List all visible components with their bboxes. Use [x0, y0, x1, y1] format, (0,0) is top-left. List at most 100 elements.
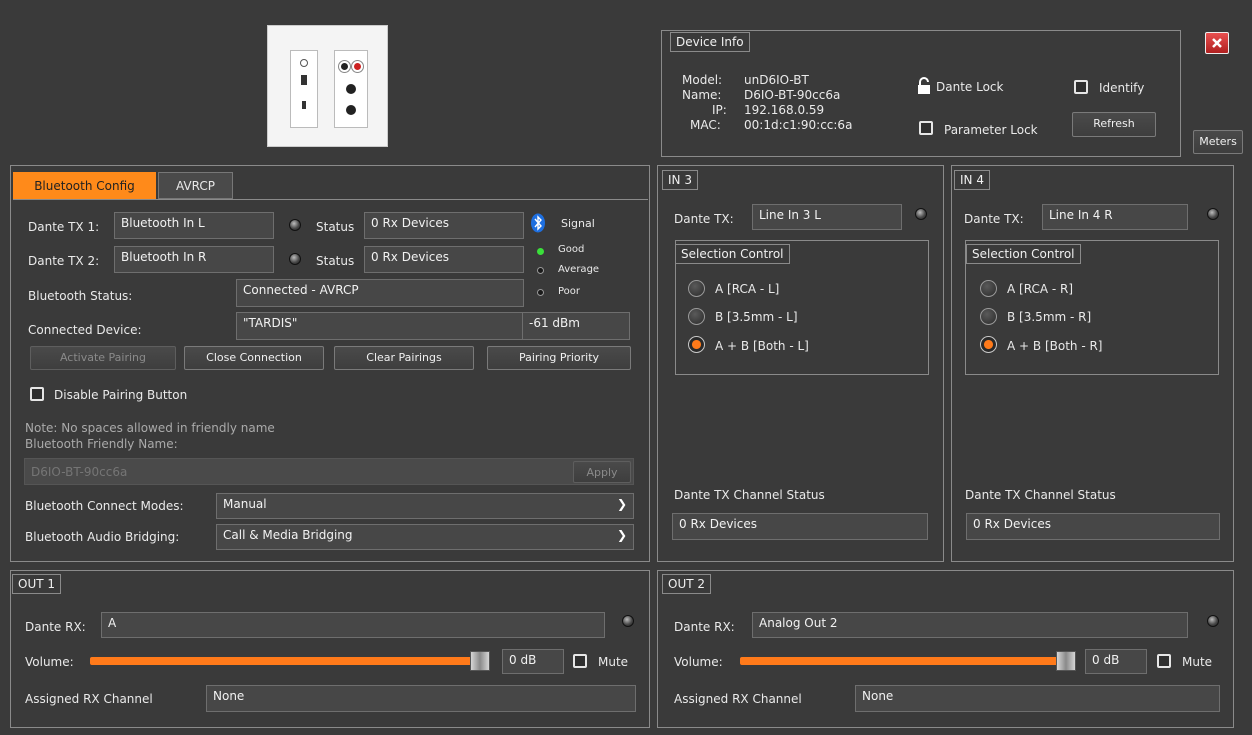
clear-pairings-button[interactable]: Clear Pairings	[334, 346, 474, 370]
in3-option-ab-label: A + B [Both - L]	[715, 339, 809, 353]
out2-volume-slider[interactable]	[740, 651, 1080, 673]
in4-option-b-radio[interactable]	[980, 308, 997, 325]
in3-status-field: 0 Rx Devices	[672, 513, 928, 540]
out2-rx-label: Dante RX:	[674, 620, 735, 634]
wall-plate-right	[334, 50, 368, 128]
out1-assigned-field: None	[206, 685, 636, 712]
out2-mute-checkbox[interactable]	[1157, 654, 1171, 668]
model-value: unD6IO-BT	[744, 73, 809, 87]
device-info-legend: Device Info	[670, 32, 750, 52]
close-icon	[1212, 38, 1222, 48]
in4-led	[1207, 208, 1219, 220]
unlock-icon[interactable]	[916, 77, 932, 95]
friendly-name-input[interactable]	[24, 458, 634, 485]
name-label: Name:	[682, 88, 722, 102]
out1-rx-field[interactable]: A	[101, 612, 605, 638]
close-button[interactable]	[1205, 32, 1229, 54]
in4-option-ab-label: A + B [Both - R]	[1007, 339, 1103, 353]
in3-tx-field[interactable]: Line In 3 L	[752, 204, 902, 230]
tx2-status-field: 0 Rx Devices	[364, 246, 524, 273]
audio-bridging-value: Call & Media Bridging	[223, 528, 353, 542]
out1-slider-fill	[90, 657, 476, 665]
apply-button[interactable]: Apply	[573, 461, 631, 483]
out2-rx-field[interactable]: Analog Out 2	[752, 612, 1188, 638]
pairing-priority-button[interactable]: Pairing Priority	[487, 346, 631, 370]
in3-legend: IN 3	[662, 170, 698, 190]
identify-checkbox[interactable]	[1074, 80, 1088, 94]
tx2-label: Dante TX 2:	[28, 254, 100, 268]
bluetooth-icon	[530, 213, 546, 233]
tx1-status-label: Status	[316, 220, 355, 234]
wall-plate-left	[290, 50, 318, 128]
close-connection-button[interactable]: Close Connection	[184, 346, 324, 370]
ip-label: IP:	[712, 103, 727, 117]
disable-pairing-label: Disable Pairing Button	[54, 388, 188, 402]
model-label: Model:	[682, 73, 723, 87]
in4-option-a-label: A [RCA - R]	[1007, 282, 1074, 296]
connect-modes-select[interactable]: Manual ❯	[216, 493, 634, 519]
in4-status-field: 0 Rx Devices	[966, 513, 1220, 540]
out2-assigned-field: None	[855, 685, 1220, 712]
parameter-lock-label: Parameter Lock	[944, 123, 1038, 137]
signal-poor-dot	[537, 289, 544, 296]
connected-device-field: "TARDIS"	[236, 312, 524, 340]
ip-value: 192.168.0.59	[744, 103, 825, 117]
in4-option-b-label: B [3.5mm - R]	[1007, 310, 1092, 324]
in3-option-a-label: A [RCA - L]	[715, 282, 780, 296]
audio-bridging-label: Bluetooth Audio Bridging:	[25, 530, 180, 544]
connect-modes-label: Bluetooth Connect Modes:	[25, 499, 184, 513]
out2-mute-label: Mute	[1182, 655, 1213, 669]
friendly-name-note: Note: No spaces allowed in friendly name	[25, 421, 275, 435]
identify-label: Identify	[1099, 81, 1145, 95]
bt-status-field: Connected - AVRCP	[236, 279, 524, 307]
out1-volume-label: Volume:	[25, 655, 74, 669]
out2-volume-field[interactable]: 0 dB	[1085, 649, 1147, 674]
in4-tx-label: Dante TX:	[964, 212, 1024, 226]
audio-bridging-select[interactable]: Call & Media Bridging ❯	[216, 524, 634, 550]
activate-pairing-button[interactable]: Activate Pairing	[30, 346, 176, 370]
meters-button[interactable]: Meters	[1193, 130, 1243, 154]
out1-volume-slider[interactable]	[90, 651, 495, 673]
in3-tx-label: Dante TX:	[674, 212, 734, 226]
in3-option-b-radio[interactable]	[688, 308, 705, 325]
refresh-button[interactable]: Refresh	[1072, 112, 1156, 137]
in4-option-ab-radio[interactable]	[980, 336, 997, 353]
out1-slider-thumb[interactable]	[470, 651, 490, 671]
connected-device-label: Connected Device:	[28, 323, 142, 337]
out2-slider-fill	[740, 657, 1062, 665]
mac-value: 00:1d:c1:90:cc:6a	[744, 118, 853, 132]
out1-mute-checkbox[interactable]	[573, 654, 587, 668]
out1-rx-label: Dante RX:	[25, 620, 86, 634]
in4-option-a-radio[interactable]	[980, 280, 997, 297]
bt-status-label: Bluetooth Status:	[28, 289, 133, 303]
in3-option-a-radio[interactable]	[688, 280, 705, 297]
in4-status-label: Dante TX Channel Status	[965, 488, 1116, 502]
tx2-field[interactable]: Bluetooth In R	[114, 246, 274, 273]
out1-mute-label: Mute	[598, 655, 629, 669]
chevron-down-icon: ❯	[616, 497, 627, 511]
mac-label: MAC:	[690, 118, 721, 132]
signal-good-label: Good	[558, 244, 585, 255]
parameter-lock-checkbox[interactable]	[919, 121, 933, 135]
tx1-label: Dante TX 1:	[28, 220, 100, 234]
in4-legend: IN 4	[954, 170, 990, 190]
device-image	[267, 25, 388, 147]
name-value: D6IO-BT-90cc6a	[744, 88, 841, 102]
tab-underline	[13, 199, 648, 200]
tab-avrcp[interactable]: AVRCP	[158, 172, 233, 199]
in3-option-b-label: B [3.5mm - L]	[715, 310, 798, 324]
signal-label: Signal	[561, 217, 595, 230]
tx2-status-label: Status	[316, 254, 355, 268]
in4-tx-field[interactable]: Line In 4 R	[1042, 204, 1188, 230]
out1-assigned-label: Assigned RX Channel	[25, 692, 153, 706]
in3-option-ab-radio[interactable]	[688, 336, 705, 353]
out2-volume-label: Volume:	[674, 655, 723, 669]
tx1-led	[289, 219, 301, 231]
out1-volume-field[interactable]: 0 dB	[502, 649, 564, 674]
out2-slider-thumb[interactable]	[1056, 651, 1076, 671]
tx1-field[interactable]: Bluetooth In L	[114, 212, 274, 239]
tab-bluetooth-config[interactable]: Bluetooth Config	[13, 172, 156, 199]
disable-pairing-checkbox[interactable]	[30, 387, 44, 401]
rssi-field: -61 dBm	[522, 312, 630, 340]
connect-modes-value: Manual	[223, 497, 267, 511]
